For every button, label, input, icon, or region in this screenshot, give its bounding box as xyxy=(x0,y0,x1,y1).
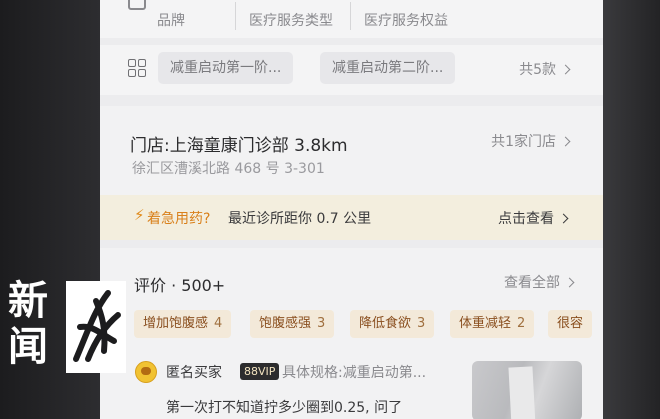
tab-divider xyxy=(350,2,351,30)
chevron-right-icon xyxy=(560,136,571,146)
more-specs-link[interactable]: 共5款 xyxy=(519,59,571,79)
store-title: 门店:上海童康门诊部 3.8km xyxy=(130,136,348,156)
store-count-label: 共1家门店 xyxy=(491,134,556,150)
view-all-label: 查看全部 xyxy=(504,275,560,291)
more-specs-label: 共5款 xyxy=(519,62,556,78)
review-tag[interactable]: 体重减轻 2 xyxy=(450,310,535,338)
review-tag-label: 增加饱腹感 xyxy=(143,316,209,331)
urgent-medicine-banner[interactable]: ⚡ 着急用药? 最近诊所距你 0.7 公里 点击查看 xyxy=(100,195,603,240)
review-photo-thumbnail[interactable] xyxy=(472,361,582,419)
store-address: 徐汇区漕溪北路 468 号 3-301 xyxy=(132,161,325,177)
lightning-icon: ⚡ xyxy=(134,206,145,224)
review-tag-count: 3 xyxy=(317,316,326,331)
news-watermark-logo: 新闻 xyxy=(8,278,126,374)
reviews-title: 评价 · 500+ xyxy=(134,276,226,295)
review-spec: 具体规格:减重启动第... xyxy=(282,365,427,381)
review-tag[interactable]: 很容 xyxy=(548,310,593,338)
review-tag-label: 体重减轻 xyxy=(459,316,512,331)
spec-chip-stage-1[interactable]: 减重启动第一阶... xyxy=(158,52,294,84)
reviewer-name: 匿名买家 xyxy=(166,365,222,381)
tab-divider xyxy=(235,2,236,30)
tab-service-type[interactable]: 医疗服务类型 xyxy=(249,10,333,30)
review-text[interactable]: 第一次打不知道拧多少圈到0.25, 问了 xyxy=(166,397,402,417)
review-tag-label: 降低食欲 xyxy=(359,316,412,331)
dark-bezel-right xyxy=(603,0,660,419)
reviewer-avatar xyxy=(135,361,157,383)
store-count-link[interactable]: 共1家门店 xyxy=(491,131,571,151)
brand-icon xyxy=(128,0,146,10)
review-tag-label: 饱腹感强 xyxy=(259,316,312,331)
nearest-clinic-distance: 最近诊所距你 0.7 公里 xyxy=(228,211,372,227)
view-all-reviews-link[interactable]: 查看全部 xyxy=(504,272,575,292)
review-tag[interactable]: 降低食欲 3 xyxy=(350,310,435,338)
grid-icon xyxy=(128,59,148,79)
tab-service-benefits[interactable]: 医疗服务权益 xyxy=(364,10,448,30)
spec-selector[interactable]: 减重启动第一阶... 减重启动第二阶... 共5款 xyxy=(100,45,603,95)
service-tabs-row: 品牌 医疗服务类型 医疗服务权益 xyxy=(100,0,603,38)
review-tag-label: 很容 xyxy=(557,316,584,331)
store-card[interactable]: 门店:上海童康门诊部 3.8km 徐汇区漕溪北路 468 号 3-301 共1家… xyxy=(100,106,603,240)
tab-brand[interactable]: 品牌 xyxy=(157,10,185,30)
watermark-mark xyxy=(66,281,126,373)
review-tag-count: 2 xyxy=(517,316,526,331)
photo-content xyxy=(508,366,536,419)
chevron-right-icon xyxy=(558,213,569,223)
view-clinic-label: 点击查看 xyxy=(498,211,554,227)
view-clinic-button[interactable]: 点击查看 xyxy=(498,208,569,228)
review-tag-count: 3 xyxy=(417,316,426,331)
chevron-right-icon xyxy=(564,277,575,287)
review-tag[interactable]: 增加饱腹感 4 xyxy=(134,310,232,338)
spec-chip-stage-2[interactable]: 减重启动第二阶... xyxy=(320,52,456,84)
chevron-right-icon xyxy=(560,64,571,74)
reviews-section: 评价 · 500+ 查看全部 增加饱腹感 4 饱腹感强 3 降低食欲 3 体重减轻 2 … xyxy=(100,248,603,419)
review-tag-count: 4 xyxy=(214,316,223,331)
urgent-label: 着急用药? xyxy=(147,211,211,227)
watermark-text: 新闻 xyxy=(8,278,48,370)
vip-badge: 88VIP xyxy=(240,363,280,380)
review-tag[interactable]: 饱腹感强 3 xyxy=(250,310,335,338)
phone-screen: 品牌 医疗服务类型 医疗服务权益 减重启动第一阶... 减重启动第二阶... 共… xyxy=(100,0,603,419)
